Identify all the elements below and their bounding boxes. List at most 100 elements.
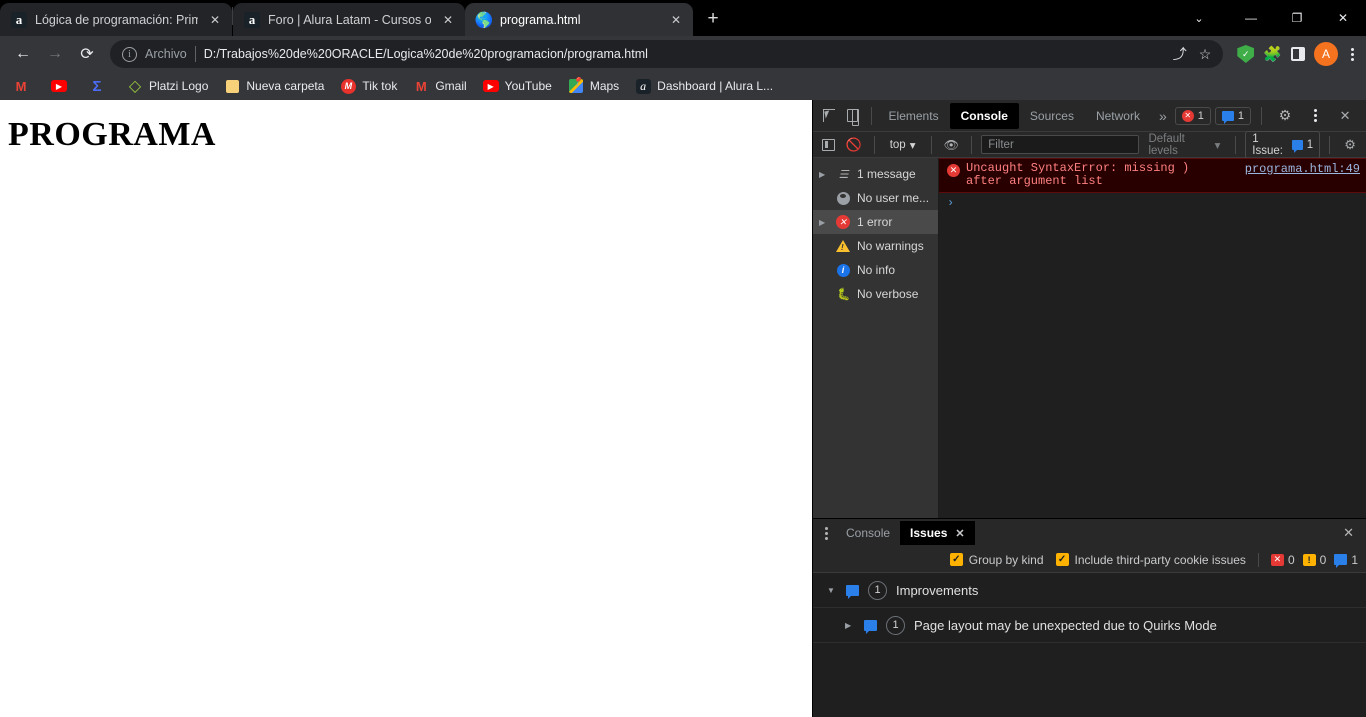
drawer-menu-icon[interactable] [817,526,836,540]
forward-button[interactable]: → [40,39,70,69]
minimize-icon[interactable]: — [1228,0,1274,36]
browser-tab-1[interactable]: a Lógica de programación: Primero ✕ [0,3,232,36]
sidebar-item-info[interactable]: i No info [813,258,938,282]
device-toolbar-icon[interactable] [841,103,865,129]
toolbar-divider [870,106,872,125]
chevron-right-icon[interactable]: ▶ [819,170,829,179]
log-levels-selector[interactable]: Default levels ▾ [1142,133,1226,157]
bookmark-item-youtube[interactable]: ▶ YouTube [476,76,559,96]
warning-icon [835,240,851,252]
drawer-tab-console[interactable]: Console [836,521,900,545]
message-icon [1292,139,1303,153]
execution-context-selector[interactable]: top ▾ [884,138,922,152]
avatar[interactable]: A [1314,42,1338,66]
issue-warning-count: 0 [1319,552,1327,567]
share-icon[interactable]: ⤴ [1173,44,1187,64]
adblock-shield-icon[interactable]: ✓ [1237,45,1255,63]
back-button[interactable]: ← [8,39,38,69]
tab-sources[interactable]: Sources [1019,103,1085,129]
toolbar-divider [1329,135,1331,154]
more-tabs-icon[interactable]: » [1151,108,1175,124]
message-count-badge[interactable]: 1 [1214,106,1252,125]
console-sidebar-toggle-icon[interactable] [818,134,840,156]
issue-group-row[interactable]: ▼ 1 Improvements [813,573,1366,608]
sidebar-item-messages[interactable]: ▶ ☰ 1 message [813,162,938,186]
address-bar[interactable]: i Archivo D:/Trabajos%20de%20ORACLE/Logi… [110,40,1224,68]
bookmark-item[interactable]: ▶ [44,77,80,95]
close-icon[interactable]: ✕ [667,11,685,29]
chevron-right-icon[interactable]: ▶ [819,218,829,227]
error-count-badge[interactable]: ✕ 1 [1174,106,1211,125]
chevron-down-icon[interactable]: ▼ [827,586,837,595]
issues-pill-button[interactable]: 1 Issue: 1 [1245,130,1321,159]
bookmark-item-nueva-carpeta[interactable]: Nueva carpeta [217,75,331,97]
sidebar-item-label: No warnings [857,239,924,253]
sidebar-item-verbose[interactable]: 🐛 No verbose [813,282,938,306]
filter-placeholder: Filter [988,138,1014,151]
chevron-down-icon[interactable]: ⌄ [1170,0,1228,36]
bookmark-label: Maps [589,79,620,93]
bookmark-item-platzi[interactable]: ◇ Platzi Logo [120,75,215,97]
issues-toolbar: ✓ Group by kind ✓ Include third-party co… [813,547,1366,573]
message-icon [846,584,859,599]
gmail-icon: M [415,78,427,94]
folder-icon [224,78,240,94]
restore-icon[interactable]: ❐ [1274,0,1320,36]
bookmark-item[interactable]: Σ [82,75,118,97]
chevron-right-icon[interactable]: ▶ [845,621,855,630]
sidebar-item-warnings[interactable]: No warnings [813,234,938,258]
extensions-puzzle-icon[interactable]: 🧩 [1263,45,1282,63]
gear-icon[interactable]: ⚙ [1272,103,1298,129]
side-panel-icon[interactable] [1291,47,1305,61]
checkbox-checked-icon: ✓ [949,553,963,566]
new-tab-button[interactable]: + [699,5,727,33]
tab-console[interactable]: Console [949,102,1019,129]
close-icon[interactable]: ✕ [206,11,224,29]
browser-menu-icon[interactable] [1347,47,1358,61]
close-icon[interactable]: ✕ [439,11,457,29]
tab-elements[interactable]: Elements [878,103,950,129]
issues-pill-count: 1 [1306,138,1314,151]
sidebar-item-user-messages[interactable]: No user me... [813,186,938,210]
issue-item-row[interactable]: ▶ 1 Page layout may be unexpected due to… [813,608,1366,643]
bookmark-item-tiktok[interactable]: M Tik tok [333,75,404,97]
youtube-icon: ▶ [482,80,499,92]
close-drawer-icon[interactable]: ✕ [1343,525,1362,541]
info-icon[interactable]: i [122,46,137,62]
bookmark-star-icon[interactable]: ☆ [1199,46,1212,63]
clear-console-icon[interactable]: 🚫 [843,134,865,156]
bookmarks-bar: M ▶ Σ ◇ Platzi Logo Nueva carpeta M Tik … [0,72,1366,100]
console-error-message[interactable]: ✕ Uncaught SyntaxError: missing ) after … [939,158,1366,193]
inspect-element-icon[interactable] [817,103,841,129]
close-icon[interactable]: ✕ [1320,0,1366,36]
browser-tab-3[interactable]: 🌎 programa.html ✕ [465,3,693,36]
filter-input[interactable]: Filter [981,135,1140,154]
bookmark-label: Tik tok [362,79,398,93]
tab-title: Lógica de programación: Primero [35,12,198,27]
close-icon[interactable]: ✕ [1332,103,1358,129]
issue-improvement-counter: 1 [1334,553,1358,568]
issue-error-count: 0 [1287,552,1295,567]
live-expression-eye-icon[interactable]: 👁 [940,134,962,156]
bookmark-item-gmail[interactable]: M Gmail [406,75,473,97]
close-icon[interactable]: ✕ [955,527,964,540]
issues-list: ▼ 1 Improvements ▶ 1 Page layout may be … [813,573,1366,717]
third-party-cookies-checkbox[interactable]: ✓ Include third-party cookie issues [1055,553,1246,567]
gear-icon[interactable]: ⚙ [1339,134,1361,156]
tab-network[interactable]: Network [1085,103,1151,129]
bookmark-item[interactable]: M [6,75,42,97]
console-prompt[interactable]: › [939,193,1366,213]
sidebar-item-errors[interactable]: ▶ ✕ 1 error [813,210,938,234]
bookmark-item-dashboard-alura[interactable]: a Dashboard | Alura L... [628,75,780,97]
console-error-source-link[interactable]: programa.html:49 [1235,162,1360,176]
message-icon [1221,110,1234,124]
group-by-kind-checkbox[interactable]: ✓ Group by kind [949,553,1044,567]
browser-tab-2[interactable]: a Foro | Alura Latam - Cursos onlin ✕ [233,3,465,36]
reload-button[interactable]: ⟳ [72,39,102,69]
url-text: D:/Trabajos%20de%20ORACLE/Logica%20de%20… [203,47,648,61]
bookmark-item-maps[interactable]: Maps [561,75,626,97]
chevron-down-icon: ▾ [909,139,916,152]
devtools-menu-icon[interactable] [1302,103,1328,129]
drawer-tab-issues[interactable]: Issues ✕ [900,521,975,545]
message-count: 1 [1237,109,1245,122]
